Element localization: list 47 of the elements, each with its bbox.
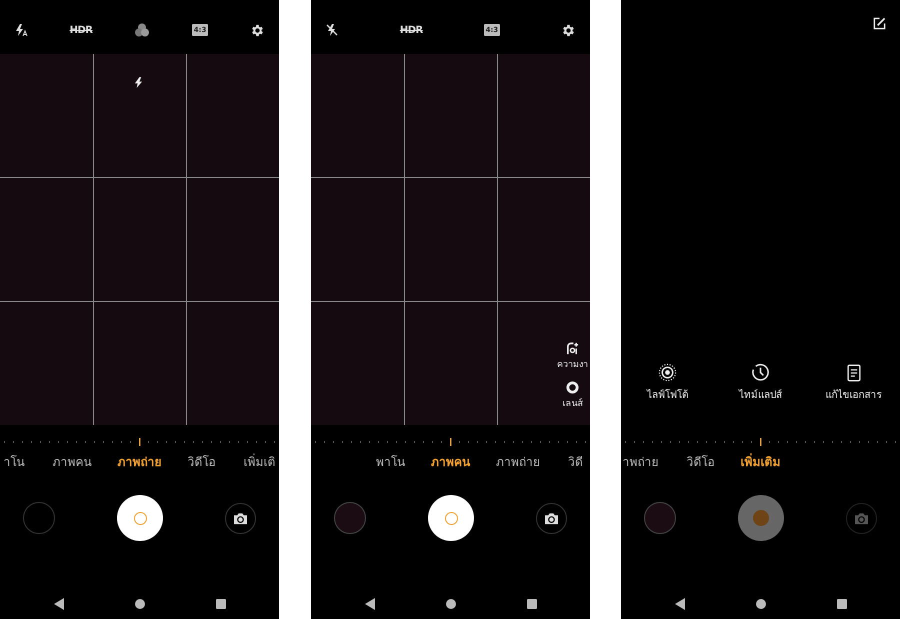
side-control-label: เลนส์ [562,397,582,410]
mode-tab[interactable]: ภาพคน [52,452,92,470]
shutter-button[interactable] [117,495,163,541]
clock-icon [751,363,770,382]
mode-tab[interactable]: วิดีโอ [686,452,714,470]
back-icon[interactable] [365,598,375,610]
mode-tab[interactable]: ภาพถ่าย [118,452,162,470]
mode-option[interactable]: แก้ไขเอกสาร [807,364,900,402]
live-photo-icon [658,363,677,382]
mode-option[interactable]: ไทม์แลปส์ [714,363,807,402]
gallery-thumbnail[interactable] [644,502,676,534]
switch-camera-button[interactable] [536,502,567,534]
mode-tab[interactable]: เพิ่มเติม [740,452,780,470]
mode-tab[interactable]: ภาพคน [431,452,470,470]
back-icon[interactable] [675,598,685,610]
settings-icon[interactable] [561,22,576,38]
camera-switch-icon [233,512,248,524]
settings-icon[interactable] [250,22,265,38]
flash-off-icon[interactable] [325,23,339,37]
shutter-button[interactable] [428,495,474,541]
switch-camera-button[interactable] [846,502,877,534]
mode-tab[interactable]: าโน [4,452,24,470]
mode-tab[interactable]: เพิ่มเติ [244,452,276,470]
beauty-icon[interactable] [566,342,579,355]
hdr-off-toggle[interactable]: HDR [70,24,93,36]
lens-icon[interactable] [566,381,579,394]
gallery-thumbnail[interactable] [23,502,55,534]
flash-auto-icon[interactable] [14,23,28,37]
side-control-label: ความงา [557,359,588,371]
mode-tab[interactable]: าพถ่าย [622,452,658,470]
hdr-off-toggle[interactable]: HDR [400,24,423,36]
back-icon[interactable] [54,598,64,610]
switch-camera-button[interactable] [225,502,256,534]
mode-tab[interactable]: พาโน [376,452,405,470]
camera-switch-icon [854,512,869,524]
document-icon [844,364,862,382]
edit-icon[interactable] [873,16,886,30]
home-icon[interactable] [446,599,456,609]
mode-tab[interactable]: ภาพถ่าย [496,452,540,470]
gallery-thumbnail[interactable] [334,502,366,534]
home-icon[interactable] [756,599,766,609]
filter-icon[interactable] [134,23,150,37]
mode-option[interactable]: ไลฟ์โฟโต้ [621,363,714,402]
home-icon[interactable] [135,599,145,609]
camera-switch-icon [544,512,559,524]
mode-tab[interactable]: วิดี [568,452,583,470]
mode-tab[interactable]: วิดีโอ [188,452,216,470]
